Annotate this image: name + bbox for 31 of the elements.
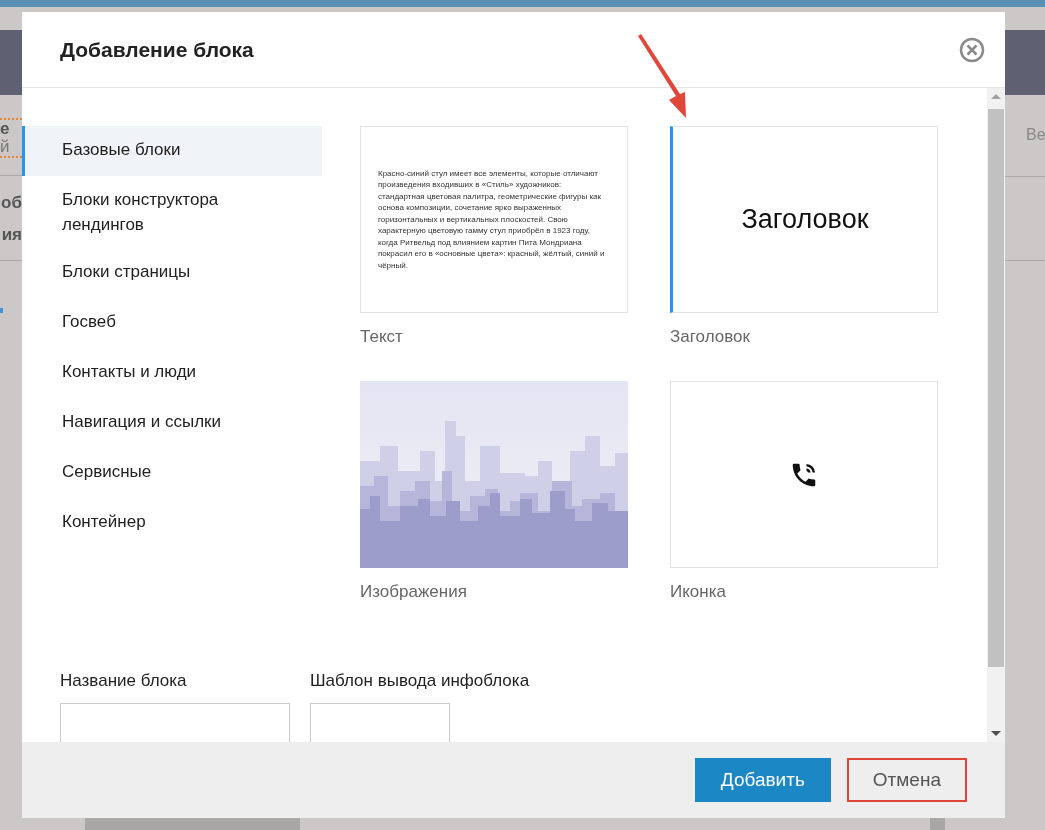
- background-text: Ве: [1026, 126, 1045, 144]
- block-card[interactable]: Заголовок: [670, 126, 938, 313]
- input-field[interactable]: [60, 703, 290, 742]
- add-button[interactable]: Добавить: [694, 758, 831, 802]
- block-caption: Заголовок: [670, 327, 751, 348]
- sidebar-item[interactable]: Базовые блоки: [22, 126, 322, 176]
- block-caption: Иконка: [670, 582, 727, 603]
- sidebar-item[interactable]: Блоки страницы: [22, 248, 322, 298]
- sidebar-item[interactable]: Контакты и люди: [22, 348, 322, 398]
- block-card[interactable]: [360, 126, 628, 313]
- preview-text: Красно-синий стул имеет все элементы, которые отличают произведения входивших в «Стиль» художников: стандартная цветовая палитра, геометрические фигуры как основа композиции, сочетание ярко выраженных горизонтальных и вертикальных плоскостей. Свою характерную цветовую гамму стул приобрёл в 1923 году, когда Ритвельд под влиянием картин Пита Мондриана покрасил его в «основные цвета»: красный, жёлтый, синий и чёрный.: [378, 167, 606, 272]
- field-label: Название блока: [60, 671, 188, 691]
- background-text: е: [0, 120, 11, 138]
- sidebar-item[interactable]: Госвеб: [22, 298, 322, 348]
- background-text: об: [0, 193, 22, 213]
- sidebar-item[interactable]: Сервисные: [22, 448, 322, 498]
- background-text: ия: [0, 225, 22, 245]
- cancel-button[interactable]: Отмена: [846, 758, 967, 802]
- dialog-title: Добавление блока: [60, 37, 254, 62]
- background-panel: [930, 818, 945, 830]
- field-label: Шаблон вывода инфоблока: [310, 671, 530, 691]
- background-text: й: [0, 138, 11, 156]
- sidebar-item[interactable]: Блоки конструктора лендингов: [22, 176, 322, 248]
- block-caption: Текст: [360, 327, 404, 348]
- block-caption: Изображения: [360, 582, 468, 603]
- input-field[interactable]: [310, 703, 450, 742]
- preview-heading: Заголовок: [741, 204, 869, 235]
- scrollbar[interactable]: [987, 88, 1005, 742]
- sidebar-item[interactable]: Навигация и ссылки: [22, 398, 322, 448]
- sidebar-item[interactable]: Контейнер: [22, 498, 322, 548]
- close-icon[interactable]: [959, 36, 985, 63]
